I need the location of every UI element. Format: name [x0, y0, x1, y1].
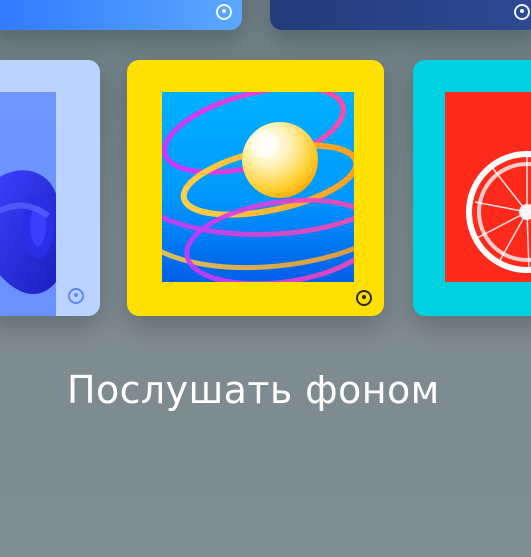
vinyl-badge-icon [68, 288, 84, 304]
bicycle-wheel-artwork [445, 92, 531, 282]
playlist-card-bicycle-wheel[interactable] [413, 60, 531, 316]
bicycle-wheel-icon [466, 151, 531, 273]
playlist-card-ball-rings[interactable] [127, 60, 384, 316]
yoga-mat-icon [0, 170, 56, 294]
ball-rings-icon [162, 92, 354, 282]
vinyl-badge-icon [356, 290, 372, 306]
playlist-card-yoga-mat[interactable] [0, 60, 100, 316]
ball-rings-artwork [162, 92, 354, 282]
section-title: Послушать фоном [67, 368, 440, 412]
yoga-mat-artwork [0, 92, 56, 316]
playlist-card-top-right[interactable] [270, 0, 531, 30]
vinyl-badge-icon [216, 4, 232, 20]
playlist-card-top-left[interactable] [0, 0, 242, 30]
vinyl-badge-icon [514, 4, 530, 20]
